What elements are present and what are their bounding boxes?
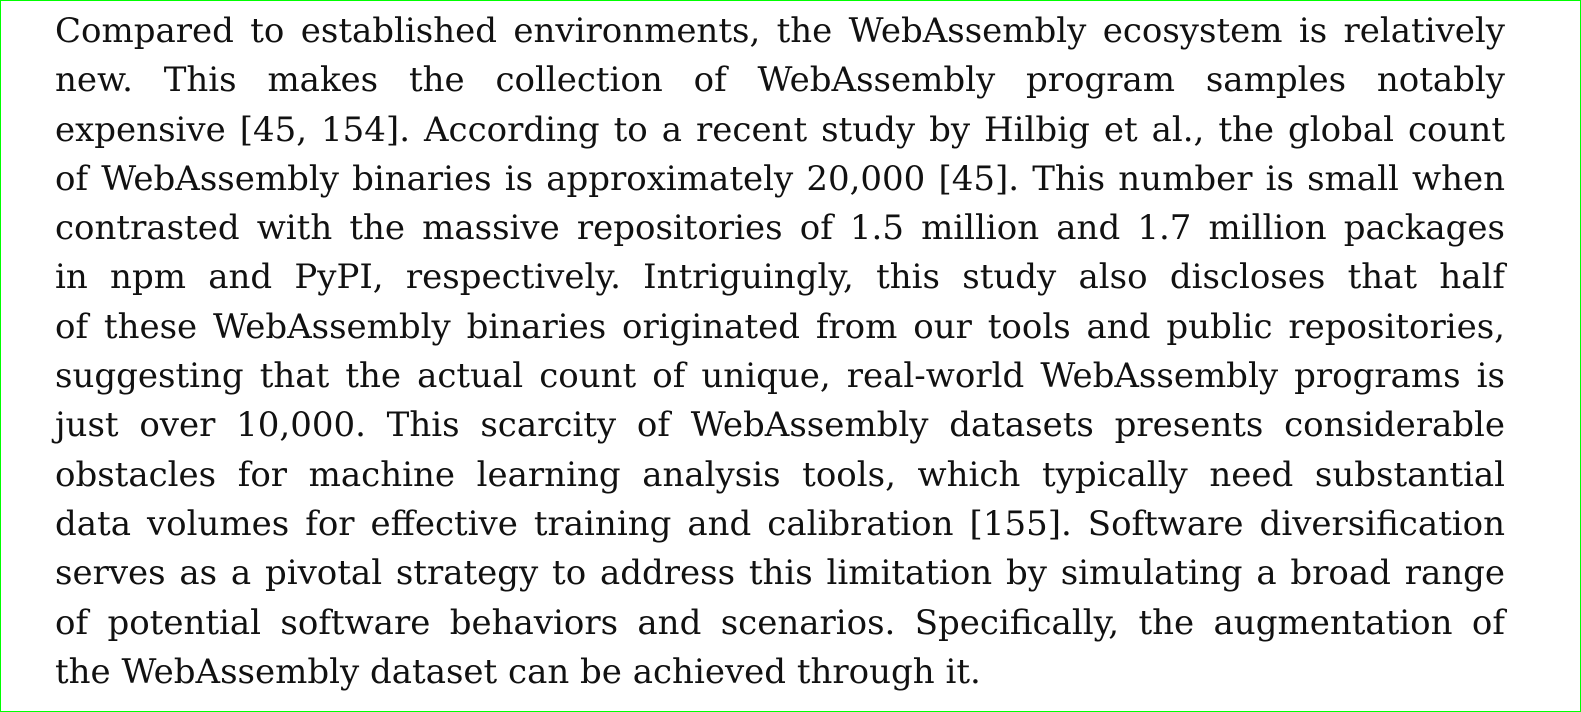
paragraph-line-6: in npm and PyPI, respectively. Intriguin… [55, 257, 1505, 298]
paragraph-line-5: contrasted with the massive repositories… [55, 208, 1505, 249]
paragraph-line-4: of WebAssembly binaries is approximately… [55, 158, 1505, 199]
paragraph-line-10: obstacles for machine learning analysis … [55, 454, 1505, 495]
paragraph-line-9: just over 10,000. This scarcity of WebAs… [55, 405, 1505, 446]
paragraph-line-2: new. This makes the collection of WebAss… [55, 60, 1505, 101]
paragraph-line-8: suggesting that the actual count of uniq… [55, 356, 1505, 397]
paragraph-line-1: Compared to established environments, th… [55, 11, 1505, 51]
paragraph-line-13: of potential software behaviors and scen… [55, 602, 1505, 643]
body-paragraph: Compared to established environments, th… [55, 7, 1505, 697]
paragraph-line-12: serves as a pivotal strategy to address … [55, 553, 1505, 594]
paragraph-line-7: of these WebAssembly binaries originated… [55, 306, 1505, 347]
paragraph-line-11: data volumes for effective training and … [55, 503, 1505, 544]
paragraph-line-3: expensive [45, 154]. According to a rece… [55, 109, 1505, 150]
document-page: Compared to established environments, th… [0, 0, 1581, 712]
paragraph-line-14: the WebAssembly dataset can be achieved … [55, 651, 981, 692]
